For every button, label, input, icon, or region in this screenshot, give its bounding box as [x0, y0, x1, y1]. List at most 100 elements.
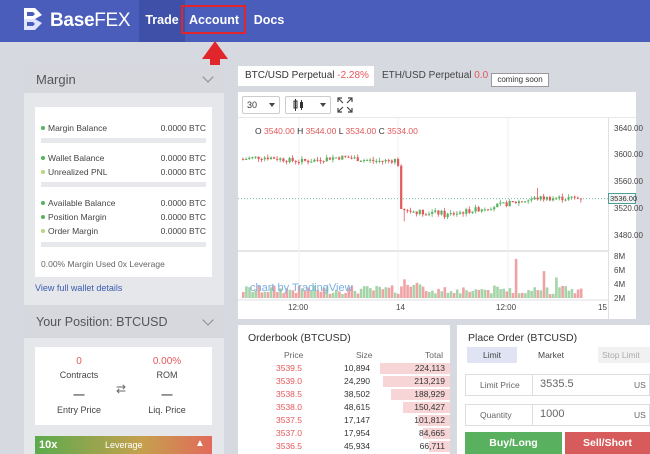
liq-price-value: —: [161, 389, 173, 401]
position-title: Your Position: BTCUSD: [36, 315, 168, 329]
volume-bar: [366, 286, 369, 298]
orderbook-row[interactable]: 3537.0 17,954 84,665: [238, 428, 450, 440]
volume-bar: [459, 293, 462, 298]
leverage-slider[interactable]: 10x Leverage ▲: [35, 436, 212, 454]
volume-bar: [561, 285, 564, 298]
candle: [316, 159, 319, 161]
volume-bar: [564, 286, 567, 298]
candle: [459, 212, 462, 214]
tab-btc-usd[interactable]: BTC/USD Perpetual -2.28%: [238, 66, 374, 86]
quantity-input[interactable]: 1000: [540, 408, 564, 420]
candle: [254, 156, 257, 158]
volume-bar: [490, 293, 493, 298]
volume-bar: [576, 289, 580, 298]
candle: [548, 196, 552, 201]
col-header-price: Price: [284, 350, 304, 360]
position-header[interactable]: Your Position: BTCUSD: [24, 305, 224, 338]
candle: [424, 214, 428, 216]
fullscreen-icon[interactable]: [337, 97, 353, 113]
candle: [530, 199, 533, 201]
volume-bar: [431, 290, 434, 298]
orderbook-row[interactable]: 3538.0 48,615 150,427: [238, 402, 450, 414]
limit-price-field[interactable]: Limit Price 3535.5 US: [465, 374, 650, 396]
price-tick: 3600.00: [614, 150, 643, 159]
candle: [263, 157, 266, 160]
status-dot: [41, 229, 45, 233]
orderbook-row[interactable]: 3537.5 17,147 101,812: [238, 415, 450, 427]
nav-trade[interactable]: Trade: [139, 0, 185, 42]
candle: [322, 161, 325, 163]
candle: [397, 158, 400, 166]
orderbook-price: 3537.5: [276, 415, 302, 425]
candle: [375, 161, 378, 163]
margin-header[interactable]: Margin: [24, 65, 224, 93]
candle: [561, 196, 564, 201]
price-chart[interactable]: 30 O 3540.00 H 3544.00 L 3534.00 C 3534.…: [238, 92, 643, 319]
candle: [372, 159, 375, 162]
orderbook-total: 84,665: [419, 428, 445, 438]
volume-bar: [511, 293, 515, 298]
candle: [502, 202, 505, 204]
chevron-down-icon[interactable]: [202, 314, 214, 326]
volume-bar: [282, 293, 285, 298]
candle: [443, 210, 446, 218]
volume-bar: [449, 291, 453, 298]
volume-bar: [390, 285, 394, 298]
candle: [350, 157, 353, 159]
candle: [248, 157, 251, 160]
highlight-box: [181, 5, 246, 34]
limit-price-input[interactable]: 3535.5: [540, 378, 574, 390]
orderbook-row[interactable]: 3539.5 10,894 224,113: [238, 363, 450, 375]
buy-long-button[interactable]: Buy/Long: [465, 432, 562, 454]
orderbook-size: 38,502: [344, 389, 370, 399]
status-dot: [41, 170, 45, 174]
orderbook-row[interactable]: 3536.5 45,934 66,711: [238, 441, 450, 453]
orderbook-price: 3538.5: [276, 389, 302, 399]
candle: [440, 210, 443, 215]
basefex-logo-icon[interactable]: [24, 8, 42, 30]
price-tick: 3480.00: [614, 231, 643, 240]
tab-market[interactable]: Market: [538, 350, 564, 360]
candle: [486, 209, 490, 211]
candle: [418, 209, 421, 215]
swap-icon[interactable]: ⇄: [116, 382, 126, 396]
chevron-down-icon: [269, 103, 275, 107]
candle: [480, 209, 483, 212]
chart-type-select[interactable]: [285, 96, 331, 114]
candle: [536, 197, 539, 200]
volume-bar: [341, 294, 344, 298]
volume-bar: [465, 290, 468, 298]
candle: [455, 213, 459, 215]
volume-bar: [375, 286, 378, 298]
wallet-details-link[interactable]: View full wallet details: [35, 283, 122, 293]
volume-bar: [393, 292, 397, 298]
tab-stop-limit[interactable]: Stop Limit: [598, 347, 650, 363]
status-dot: [41, 156, 45, 160]
candle: [245, 159, 248, 161]
time-tick: 14: [396, 303, 405, 312]
tab-limit[interactable]: Limit: [467, 347, 517, 363]
candle: [412, 211, 415, 213]
candle: [359, 160, 362, 162]
quantity-field[interactable]: Quantity 1000 US: [465, 404, 650, 426]
orderbook-row[interactable]: 3539.0 24,290 213,219: [238, 376, 450, 388]
orderbook-row[interactable]: 3538.5 38,502 188,929: [238, 389, 450, 401]
chevron-down-icon[interactable]: [202, 71, 214, 83]
candle: [260, 159, 263, 161]
contracts-label: Contracts: [59, 370, 99, 380]
volume-bar: [381, 289, 385, 298]
margin-card: Margin Balance 0.0000 BTC Wallet Balance 0…: [35, 107, 212, 277]
candle: [517, 201, 521, 204]
coming-soon-tooltip: coming soon: [491, 73, 549, 87]
candle: [300, 158, 304, 163]
interval-select[interactable]: 30: [242, 96, 280, 114]
candle: [434, 210, 437, 212]
nav-docs[interactable]: Docs: [248, 0, 290, 42]
time-tick: 12:00: [288, 303, 309, 312]
volume-bar: [533, 287, 536, 298]
orderbook-size: 24,290: [344, 376, 370, 386]
volume-bar: [471, 291, 474, 298]
candle: [579, 198, 583, 200]
sell-short-button[interactable]: Sell/Short: [565, 432, 650, 454]
brand-name[interactable]: BaseFEX: [50, 10, 131, 32]
